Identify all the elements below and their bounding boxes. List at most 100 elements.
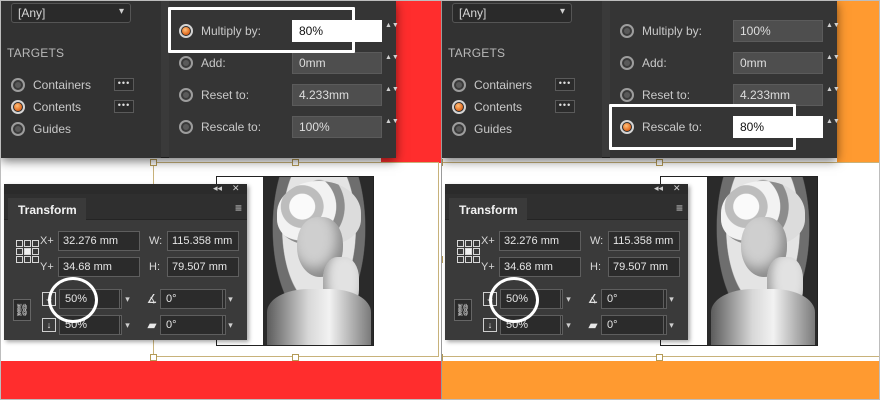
chevron-down-icon[interactable]: ▾ (119, 315, 135, 335)
radio-button[interactable] (620, 56, 634, 70)
constrain-proportions-icon[interactable]: ⛓ (454, 299, 472, 321)
close-icon[interactable]: ✕ (673, 183, 681, 194)
y-input[interactable]: 34.68 mm (499, 257, 581, 277)
panel-menu-icon[interactable]: ≡ (235, 201, 242, 215)
chevron-down-icon[interactable]: ▾ (560, 315, 576, 335)
filter-value: [Any] (459, 6, 487, 20)
more-options-button[interactable]: ••• (555, 78, 575, 91)
collapse-icon[interactable]: ◂◂ (654, 183, 663, 194)
op-add[interactable]: Add: 0mm ▲▼ (620, 50, 840, 76)
tab-transform[interactable]: Transform (8, 198, 86, 221)
selection-handle[interactable] (150, 354, 157, 361)
tab-transform[interactable]: Transform (449, 198, 527, 221)
spin-icon[interactable]: ▲▼ (826, 52, 840, 74)
selection-handle[interactable] (442, 256, 443, 263)
chevron-down-icon[interactable]: ▾ (663, 289, 679, 309)
op-multiply[interactable]: Multiply by: 100% ▲▼ (620, 18, 840, 44)
reset-input[interactable]: 4.233mm (733, 84, 823, 106)
op-add[interactable]: Add: 0mm ▲▼ (179, 50, 399, 76)
reset-input[interactable]: 4.233mm (292, 84, 382, 106)
radio-button[interactable] (179, 56, 193, 70)
w-label: W: (590, 235, 604, 247)
h-input[interactable]: 79.507 mm (608, 257, 680, 277)
radio-button[interactable] (452, 100, 466, 114)
x-label: X+ (481, 235, 495, 247)
rescale-panel: [Any] ▾ TARGETS Containers ••• Contents … (1, 1, 399, 158)
target-containers[interactable]: Containers ••• (452, 76, 582, 94)
constrain-proportions-icon[interactable]: ⛓ (13, 299, 31, 321)
op-rescale[interactable]: Rescale to: 100% ▲▼ (179, 114, 399, 140)
radio-button[interactable] (452, 122, 466, 136)
selection-handle[interactable] (656, 354, 663, 361)
w-input[interactable]: 115.358 mm (167, 231, 239, 251)
w-label: W: (149, 235, 163, 247)
w-input[interactable]: 115.358 mm (608, 231, 680, 251)
more-options-button[interactable]: ••• (114, 100, 134, 113)
add-input[interactable]: 0mm (733, 52, 823, 74)
spin-icon[interactable]: ▲▼ (826, 84, 840, 106)
selection-handle[interactable] (656, 159, 663, 166)
h-label: H: (149, 261, 160, 273)
radio-button[interactable] (179, 120, 193, 134)
spin-icon[interactable]: ▲▼ (826, 116, 840, 138)
selection-handle[interactable] (442, 354, 443, 361)
highlight-circle (489, 277, 539, 323)
add-input[interactable]: 0mm (292, 52, 382, 74)
selection-handle[interactable] (292, 159, 299, 166)
rotation-input[interactable]: 0° (601, 289, 667, 309)
selection-handle[interactable] (442, 159, 443, 166)
example-multiply: [Any] ▾ TARGETS Containers ••• Contents … (1, 1, 441, 399)
filter-dropdown[interactable]: [Any] ▾ (452, 3, 572, 23)
radio-button[interactable] (620, 24, 634, 38)
scale-y-icon: ↓ (483, 318, 497, 332)
spin-icon[interactable]: ▲▼ (385, 116, 399, 138)
x-input[interactable]: 32.276 mm (58, 231, 140, 251)
x-input[interactable]: 32.276 mm (499, 231, 581, 251)
spin-icon[interactable]: ▲▼ (826, 20, 840, 42)
selection-handle[interactable] (292, 354, 299, 361)
portrait-photo (263, 177, 373, 345)
target-containers[interactable]: Containers ••• (11, 76, 141, 94)
targets-title: TARGETS (448, 46, 506, 60)
op-reset[interactable]: Reset to: 4.233mm ▲▼ (179, 82, 399, 108)
spin-icon[interactable]: ▲▼ (385, 20, 399, 42)
target-contents[interactable]: Contents ••• (11, 98, 141, 116)
spin-icon[interactable]: ▲▼ (385, 52, 399, 74)
chevron-down-icon[interactable]: ▾ (222, 315, 238, 335)
rotation-input[interactable]: 0° (160, 289, 226, 309)
chevron-down-icon[interactable]: ▾ (560, 289, 576, 309)
portrait-photo (707, 177, 817, 345)
accent-band-top (837, 1, 879, 163)
radio-button[interactable] (11, 100, 25, 114)
collapse-icon[interactable]: ◂◂ (213, 183, 222, 194)
more-options-button[interactable]: ••• (555, 100, 575, 113)
multiply-input[interactable]: 100% (733, 20, 823, 42)
chevron-down-icon[interactable]: ▾ (119, 289, 135, 309)
filter-dropdown[interactable]: [Any] ▾ (11, 3, 131, 23)
radio-button[interactable] (179, 88, 193, 102)
target-guides[interactable]: Guides (11, 120, 141, 138)
radio-button[interactable] (452, 78, 466, 92)
shear-icon: ▰ (588, 318, 598, 332)
selection-handle[interactable] (150, 159, 157, 166)
panel-menu-icon[interactable]: ≡ (676, 201, 683, 215)
close-icon[interactable]: ✕ (232, 183, 240, 194)
more-options-button[interactable]: ••• (114, 78, 134, 91)
target-guides[interactable]: Guides (452, 120, 582, 138)
spin-icon[interactable]: ▲▼ (385, 84, 399, 106)
shear-input[interactable]: 0° (601, 315, 667, 335)
radio-button[interactable] (11, 122, 25, 136)
shear-input[interactable]: 0° (160, 315, 226, 335)
radio-button[interactable] (620, 88, 634, 102)
chevron-down-icon[interactable]: ▾ (663, 315, 679, 335)
h-input[interactable]: 79.507 mm (167, 257, 239, 277)
rescale-input[interactable]: 100% (292, 116, 382, 138)
chevron-down-icon: ▾ (118, 6, 124, 17)
reference-point-grid[interactable] (16, 240, 40, 264)
radio-button[interactable] (11, 78, 25, 92)
chevron-down-icon[interactable]: ▾ (222, 289, 238, 309)
comparison-screenshot: [Any] ▾ TARGETS Containers ••• Contents … (0, 0, 880, 400)
y-input[interactable]: 34.68 mm (58, 257, 140, 277)
reference-point-grid[interactable] (457, 240, 481, 264)
target-contents[interactable]: Contents ••• (452, 98, 582, 116)
